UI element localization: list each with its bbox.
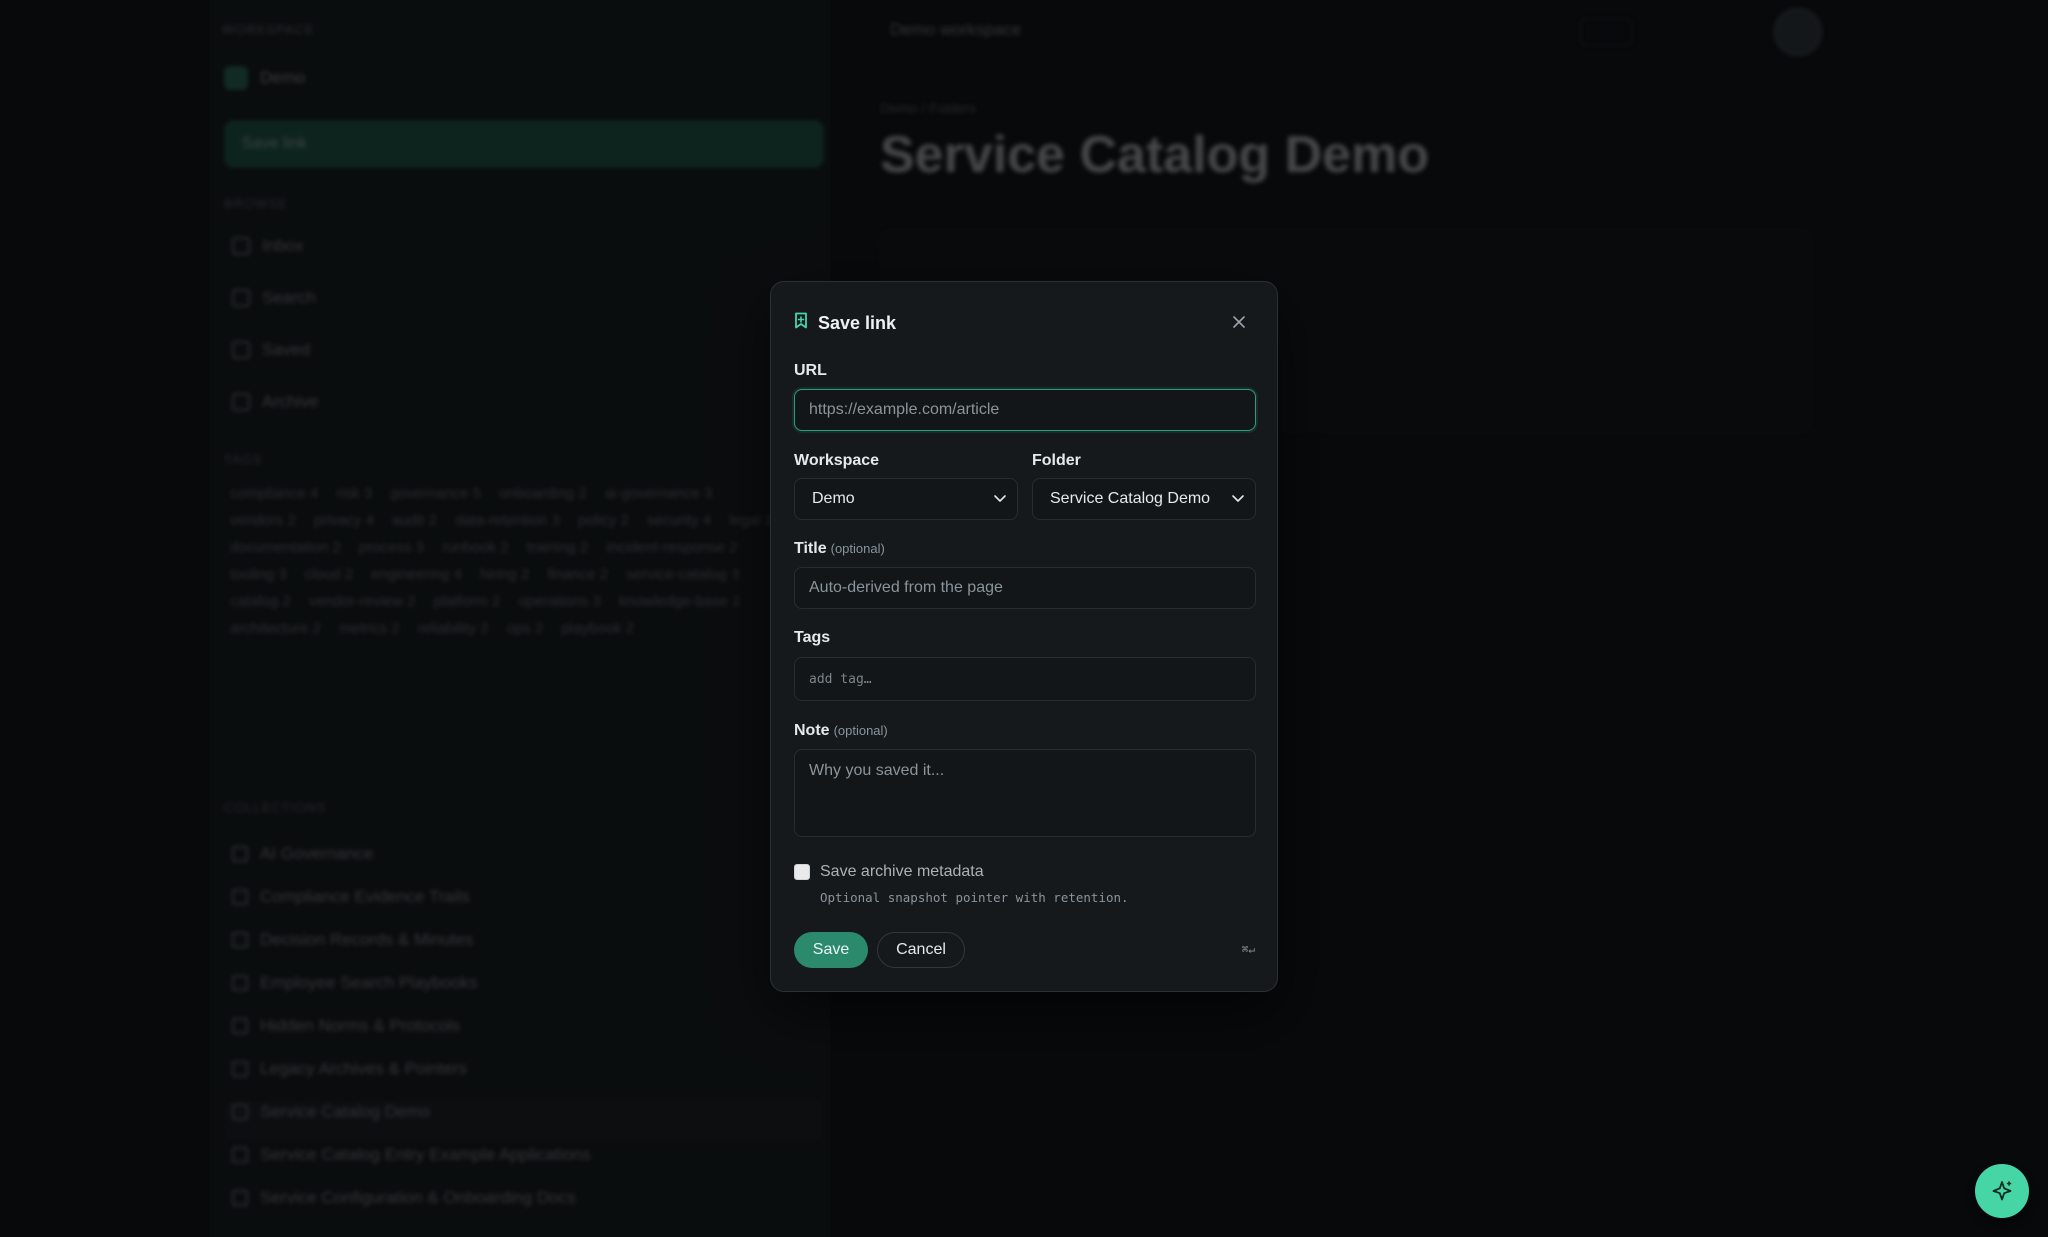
url-label: URL <box>794 362 827 380</box>
close-button[interactable] <box>1227 310 1251 334</box>
dialog-header: Save link <box>794 312 896 334</box>
cancel-button[interactable]: Cancel <box>877 932 965 968</box>
note-textarea[interactable] <box>794 749 1256 837</box>
note-label-text: Note <box>794 722 830 739</box>
folder-select-value: Service Catalog Demo <box>1050 490 1211 507</box>
note-optional-hint: (optional) <box>833 723 888 738</box>
sparkle-icon <box>1992 1181 2012 1201</box>
workspace-label: Workspace <box>794 452 879 470</box>
tags-label-text: Tags <box>794 629 831 646</box>
note-label: Note (optional) <box>794 722 888 740</box>
title-label: Title (optional) <box>794 540 885 558</box>
workspace-select-value: Demo <box>812 490 855 507</box>
folder-label: Folder <box>1032 452 1081 470</box>
folder-select[interactable]: Service Catalog Demo <box>1032 478 1256 520</box>
close-icon <box>1233 316 1245 328</box>
url-input[interactable] <box>794 389 1256 431</box>
assistant-button[interactable] <box>1975 1164 2029 1218</box>
workspace-select[interactable]: Demo <box>794 478 1018 520</box>
tags-input[interactable] <box>794 657 1256 701</box>
title-optional-hint: (optional) <box>830 541 885 556</box>
dialog-title: Save link <box>818 312 897 333</box>
submit-shortcut-hint: ⌘↵ <box>1241 943 1255 956</box>
chevron-down-icon <box>1232 495 1244 502</box>
archive-metadata-checkbox[interactable] <box>794 864 810 880</box>
folder-label-text: Folder <box>1032 452 1081 469</box>
save-link-dialog: Save link URL Workspace Demo Folder Serv… <box>770 281 1278 992</box>
workspace-label-text: Workspace <box>794 452 880 469</box>
archive-metadata-help: Optional snapshot pointer with retention… <box>820 890 1129 905</box>
bookmark-icon <box>794 312 808 334</box>
chevron-down-icon <box>994 495 1006 502</box>
title-input[interactable] <box>794 567 1256 609</box>
archive-metadata-label[interactable]: Save archive metadata <box>820 863 984 881</box>
title-label-text: Title <box>794 540 827 557</box>
save-button[interactable]: Save <box>794 932 868 968</box>
url-label-text: URL <box>794 362 827 379</box>
tags-label: Tags <box>794 629 830 647</box>
